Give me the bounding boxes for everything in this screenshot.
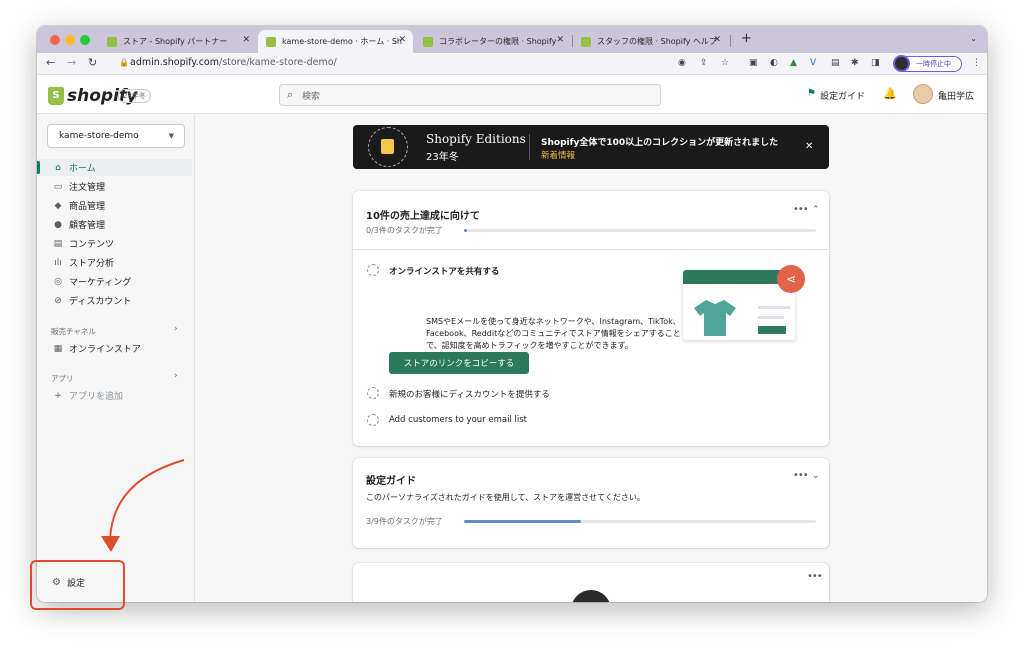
annotation-arrow [101,459,185,552]
settings-highlight [30,560,125,610]
screenshot-stage: ストア - Shopify パートナー ✕ kame-store-demo · … [0,0,1024,651]
